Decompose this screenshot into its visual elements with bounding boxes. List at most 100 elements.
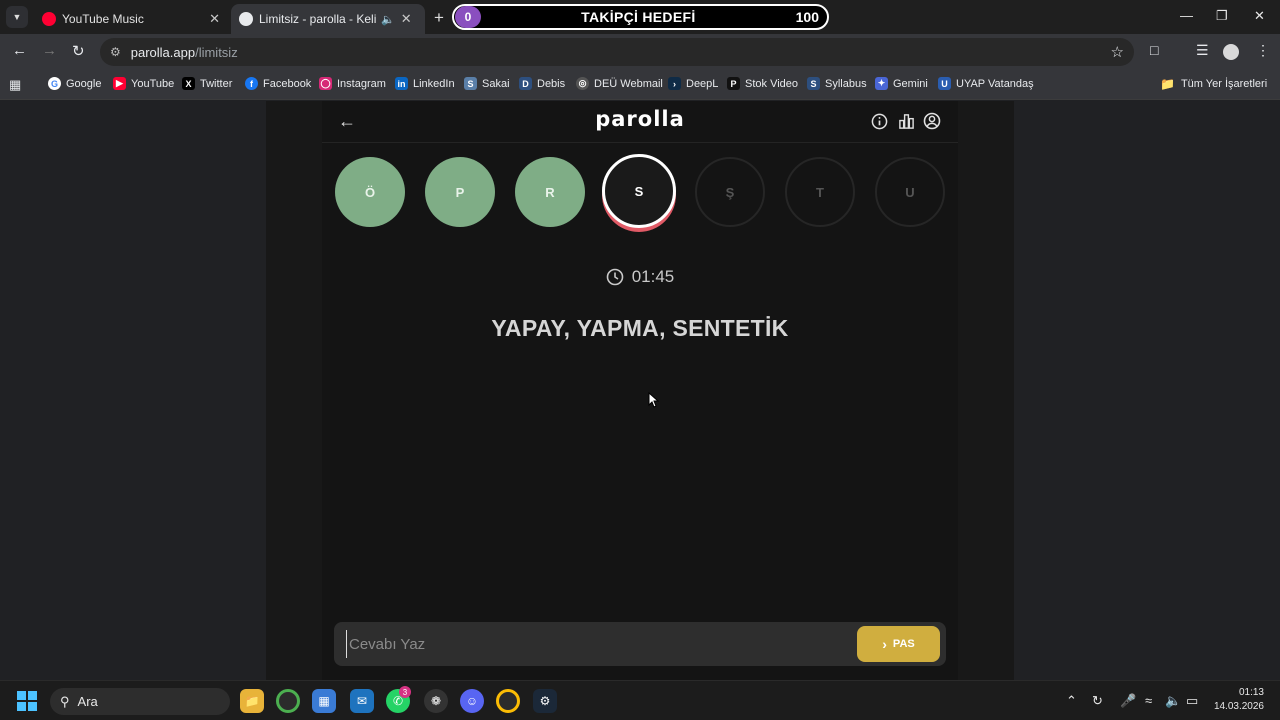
letter-circle-pending: Ş (695, 157, 765, 227)
pass-button[interactable]: › PAS (857, 626, 940, 662)
microphone-icon[interactable]: 🎤 (1120, 693, 1136, 709)
letter-circle-done: R (515, 157, 585, 227)
bookmark-youtube[interactable]: ▶ YouTube (113, 77, 174, 90)
clock-time: 01:13 (1238, 687, 1264, 698)
clock-date: 14.03.2026 (1213, 701, 1264, 712)
bookmark-deu-webmail[interactable]: ◎ DEÜ Webmail (576, 77, 663, 90)
bookmark-label: Facebook (263, 77, 312, 90)
tab-title: YouTube Music (62, 12, 144, 26)
syllabus-icon: S (807, 77, 820, 90)
bookmark-debis[interactable]: D Debis (519, 77, 565, 90)
deepl-icon: › (668, 77, 681, 90)
store-icon[interactable]: ▦ (312, 689, 336, 713)
bookmark-label: Google (66, 77, 102, 90)
folder-icon: 📁 (1160, 77, 1175, 91)
bookmark-google[interactable]: G Google (48, 77, 101, 90)
answer-input[interactable] (346, 630, 846, 658)
close-icon[interactable]: ✕ (401, 11, 412, 27)
back-arrow-icon[interactable]: ← (12, 42, 27, 59)
tab-search-button[interactable]: ▼ (6, 6, 28, 28)
youtube-music-icon (42, 12, 56, 26)
globe-icon: ◎ (576, 77, 589, 90)
window-close-button[interactable]: ✕ (1254, 8, 1265, 24)
windows-start-icon[interactable] (17, 691, 37, 711)
bookmark-deepl[interactable]: › DeepL (668, 77, 718, 90)
file-explorer-icon[interactable]: 📁 (240, 689, 264, 713)
bookmark-label: LinkedIn (413, 77, 455, 90)
letter-circle-current: S (602, 154, 676, 228)
uyap-icon: U (938, 77, 951, 90)
minimize-button[interactable]: — (1180, 8, 1193, 23)
apps-grid-icon[interactable]: ▦ (9, 77, 21, 93)
bookmark-sakai[interactable]: S Sakai (464, 77, 510, 90)
extensions-icon[interactable]: □ (1150, 42, 1158, 58)
bookmark-label: Syllabus (825, 77, 867, 90)
speaker-icon[interactable]: 🔈 (381, 13, 395, 26)
battery-icon[interactable]: ▭ (1186, 693, 1198, 709)
stats-icon[interactable] (897, 112, 915, 130)
chevron-right-icon: › (882, 636, 887, 652)
facebook-icon: f (245, 77, 258, 90)
app-header: ← parolla (322, 101, 958, 143)
close-icon[interactable]: ✕ (209, 11, 220, 27)
bookmark-label: DEÜ Webmail (594, 77, 663, 90)
taskbar-search[interactable]: ⚲ Ara (50, 688, 230, 715)
bookmark-label: DeepL (686, 77, 719, 90)
tab-youtube-music[interactable]: YouTube Music ✕ (34, 4, 228, 34)
search-label: Ara (77, 694, 98, 709)
bookmark-syllabus[interactable]: S Syllabus (807, 77, 867, 90)
bookmark-uyap[interactable]: U UYAP Vatandaş (938, 77, 1034, 90)
timer-value: 01:45 (631, 267, 675, 286)
system-clock[interactable]: 01:13 14.03.2026 (1210, 686, 1264, 714)
bookmark-label: Gemini (893, 77, 928, 90)
tray-expand-icon[interactable]: ⌃ (1066, 693, 1077, 709)
tab-parolla[interactable]: Limitsiz - parolla - Kelime oyunu 🔈 ✕ (231, 4, 425, 34)
maximize-button[interactable]: ❐ (1216, 8, 1228, 24)
profile-icon[interactable] (923, 112, 941, 130)
wifi-icon[interactable]: ≈ (1145, 693, 1152, 708)
sync-icon[interactable]: ↻ (1092, 693, 1103, 709)
steam-icon[interactable]: ⚙ (533, 689, 557, 713)
letter-circle-done: Ö (335, 157, 405, 227)
reload-icon[interactable]: ↻ (72, 42, 85, 60)
instagram-icon: ◯ (319, 77, 332, 90)
app-logo: parolla (595, 107, 685, 131)
bookmark-linkedin[interactable]: in LinkedIn (395, 77, 455, 90)
bookmark-twitter[interactable]: X Twitter (182, 77, 232, 90)
mail-icon[interactable]: ✉ (350, 689, 374, 713)
browser-toolbar: ← → ↻ ⚙ parolla.app/limitsiz ☆ □ ☰ ⋮ (0, 34, 1280, 70)
browser-title-bar: ▼ YouTube Music ✕ Limitsiz - parolla - K… (0, 0, 1280, 34)
volume-icon[interactable]: 🔈 (1165, 693, 1181, 709)
bookmark-stok-video[interactable]: P Stok Video (727, 77, 798, 90)
discord-icon[interactable]: ☺ (460, 689, 484, 713)
bookmark-facebook[interactable]: f Facebook (245, 77, 311, 90)
site-settings-icon[interactable]: ⚙ (110, 45, 121, 59)
media-controls-icon[interactable]: ☰ (1196, 42, 1209, 59)
pass-label: PAS (892, 638, 915, 650)
forward-arrow-icon[interactable]: → (42, 42, 57, 59)
more-menu-icon[interactable]: ⋮ (1256, 42, 1270, 59)
follower-goal-widget: 0 TAKİPÇİ HEDEFİ 100 (452, 4, 829, 30)
parolla-favicon-icon (239, 12, 253, 26)
bookmark-star-icon[interactable]: ☆ (1111, 43, 1124, 61)
bookmark-label: Debis (537, 77, 566, 90)
debis-icon: D (519, 77, 532, 90)
all-bookmarks-button[interactable]: 📁 Tüm Yer İşaretleri (1160, 77, 1267, 91)
new-tab-button[interactable]: + (434, 8, 444, 28)
linkedin-icon: in (395, 77, 408, 90)
bookmark-gemini[interactable]: ✦ Gemini (875, 77, 928, 90)
bookmark-label: Sakai (482, 77, 510, 90)
profile-avatar[interactable] (1223, 44, 1239, 60)
bookmark-instagram[interactable]: ◯ Instagram (319, 77, 386, 90)
chrome-profile-icon[interactable] (496, 689, 520, 713)
bookmark-label: Tüm Yer İşaretleri (1180, 78, 1268, 90)
os-taskbar: ⚲ Ara 📁 ▦ ✉ ✆ 3 ❁ ☺ ⚙ ⌃ ↻ 🎤 ≈ 🔈 ▭ 01:13 … (0, 680, 1280, 720)
address-bar[interactable]: ⚙ parolla.app/limitsiz ☆ (100, 38, 1134, 66)
bookmarks-bar: ▦ G Google ▶ YouTube X Twitter f Facebook ◯ I… (0, 70, 1280, 100)
chatgpt-icon[interactable]: ❁ (424, 689, 448, 713)
follower-goal-target: 100 (795, 9, 819, 25)
info-icon[interactable] (870, 112, 888, 130)
chrome-icon[interactable] (276, 689, 300, 713)
chevron-down-icon: ▼ (12, 12, 22, 22)
bookmark-label: Instagram (337, 77, 386, 90)
